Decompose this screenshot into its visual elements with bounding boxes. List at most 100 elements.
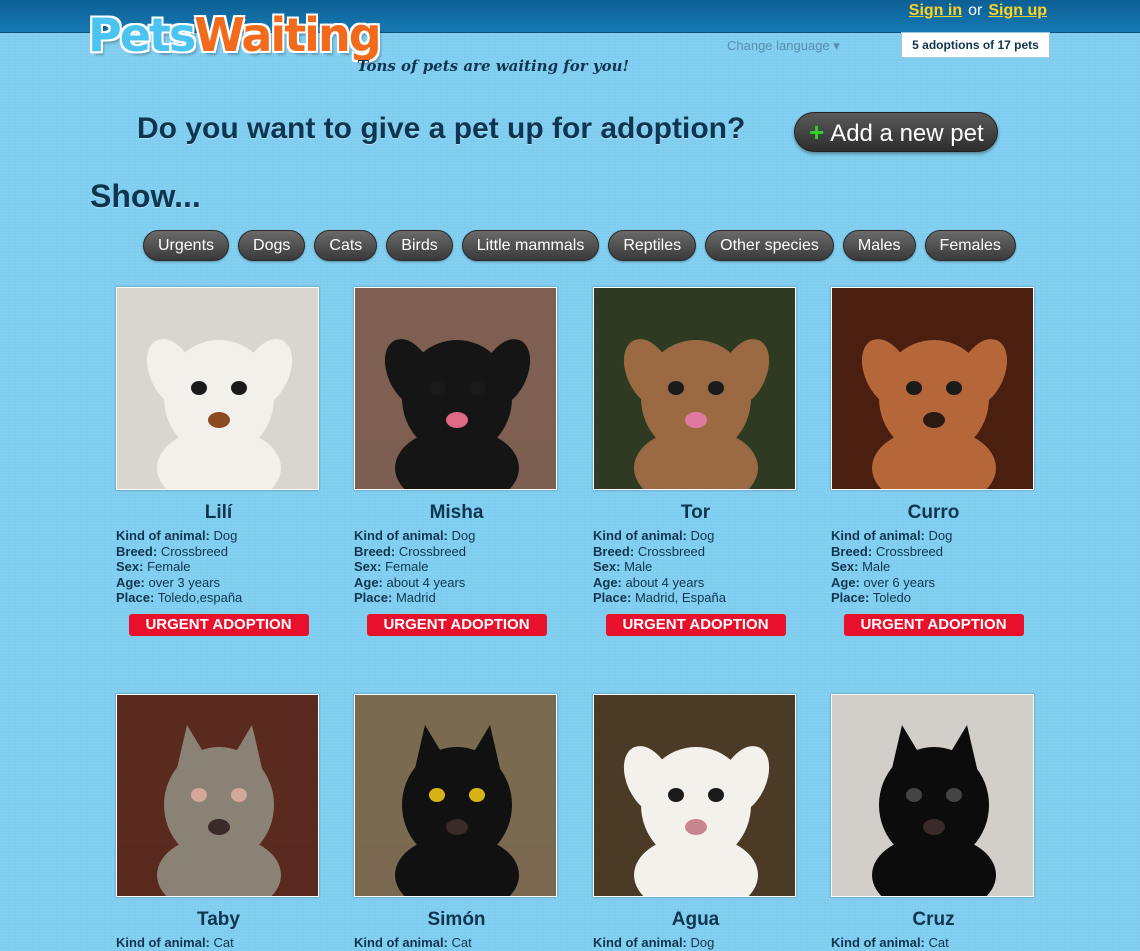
kind-label: Kind of animal:: [354, 528, 448, 543]
sign-in-link[interactable]: Sign in: [909, 2, 962, 19]
filter-button-other-species[interactable]: Other species: [705, 230, 834, 261]
age-row: Age: about 4 years: [593, 575, 798, 591]
pet-name[interactable]: Misha: [354, 502, 559, 524]
age-label: Age:: [116, 574, 145, 590]
sex-value: Male: [624, 559, 653, 574]
pet-name[interactable]: Cruz: [831, 909, 1036, 931]
pet-facts: Kind of animal: Cat: [354, 935, 559, 951]
age-label: Age:: [831, 574, 860, 590]
pet-card: Misha Kind of animal: Dog Breed: Crossbr…: [354, 287, 559, 636]
urgent-adoption-badge: URGENT ADOPTION: [605, 613, 786, 636]
age-value: over 3 years: [148, 574, 221, 590]
pet-facts: Kind of animal: Dog Breed: Crossbreed Se…: [116, 528, 321, 606]
kind-value: Dog: [928, 528, 953, 543]
pet-card: Cruz Kind of animal: Cat: [831, 694, 1036, 951]
pet-facts: Kind of animal: Cat: [831, 935, 1036, 951]
breed-label: Breed:: [116, 543, 158, 559]
breed-label: Breed:: [354, 543, 396, 559]
kind-label: Kind of animal:: [593, 528, 687, 543]
kind-label: Kind of animal:: [116, 935, 210, 950]
place-row: Place: Toledo,españa: [116, 590, 321, 606]
sex-row: Sex: Female: [116, 559, 321, 575]
sign-up-link[interactable]: Sign up: [988, 2, 1047, 19]
hero-question: Do you want to give a pet up for adoptio…: [137, 112, 746, 145]
filter-button-urgents[interactable]: Urgents: [143, 230, 230, 261]
place-value: Toledo: [872, 590, 912, 605]
kind-value: Dog: [690, 935, 715, 950]
pet-card: Simón Kind of animal: Cat: [354, 694, 559, 951]
pet-photo[interactable]: [116, 287, 319, 490]
filter-button-little-mammals[interactable]: Little mammals: [461, 230, 600, 261]
pet-photo[interactable]: [593, 287, 796, 490]
breed-value: Crossbreed: [875, 543, 944, 559]
filter-button-dogs[interactable]: Dogs: [238, 230, 306, 261]
sex-label: Sex:: [593, 559, 621, 574]
pet-facts: Kind of animal: Dog Breed: Crossbreed Se…: [831, 528, 1036, 606]
filter-button-cats[interactable]: Cats: [314, 230, 378, 261]
pet-card: Tor Kind of animal: Dog Breed: Crossbree…: [593, 287, 798, 636]
change-language-dropdown[interactable]: Change language ▾: [727, 38, 840, 54]
place-value: Madrid: [395, 590, 436, 605]
pet-photo[interactable]: [831, 287, 1034, 490]
age-value: about 4 years: [625, 574, 705, 590]
site-logo[interactable]: PetsWaiting: [88, 12, 382, 58]
add-new-pet-label: Add a new pet: [830, 120, 984, 147]
pet-card: Taby Kind of animal: Cat: [116, 694, 321, 951]
kind-value: Dog: [213, 528, 238, 543]
kind-row: Kind of animal: Cat: [354, 935, 559, 951]
kind-value: Cat: [928, 935, 949, 950]
pet-name[interactable]: Lilí: [116, 502, 321, 524]
sex-row: Sex: Male: [831, 559, 1036, 575]
pet-facts: Kind of animal: Dog Breed: Crossbreed Se…: [354, 528, 559, 606]
kind-label: Kind of animal:: [593, 935, 687, 950]
breed-row: Breed: Crossbreed: [593, 544, 798, 560]
kind-row: Kind of animal: Cat: [116, 935, 321, 951]
kind-value: Cat: [451, 935, 472, 950]
sex-row: Sex: Female: [354, 559, 559, 575]
pet-card: Agua Kind of animal: Dog: [593, 694, 798, 951]
place-row: Place: Madrid, España: [593, 590, 798, 606]
filter-bar: Urgents Dogs Cats Birds Little mammals Reptil…: [143, 230, 1016, 261]
age-label: Age:: [593, 574, 622, 590]
pet-name[interactable]: Curro: [831, 502, 1036, 524]
filter-button-birds[interactable]: Birds: [386, 230, 453, 261]
filter-button-reptiles[interactable]: Reptiles: [608, 230, 697, 261]
sex-value: Female: [385, 559, 429, 574]
breed-value: Crossbreed: [637, 543, 706, 559]
pet-name[interactable]: Tor: [593, 502, 798, 524]
age-label: Age:: [354, 574, 383, 590]
breed-row: Breed: Crossbreed: [116, 544, 321, 560]
tagline: Tons of pets are waiting for you!: [357, 57, 630, 75]
pet-photo-image: [355, 695, 556, 896]
kind-label: Kind of animal:: [116, 528, 210, 543]
kind-label: Kind of animal:: [354, 935, 448, 950]
kind-label: Kind of animal:: [831, 935, 925, 950]
filter-button-females[interactable]: Females: [924, 230, 1016, 261]
kind-row: Kind of animal: Dog: [593, 935, 798, 951]
add-new-pet-button[interactable]: + Add a new pet: [794, 112, 998, 152]
pet-photo[interactable]: [354, 694, 557, 897]
pet-photo[interactable]: [354, 287, 557, 490]
place-label: Place:: [593, 590, 632, 605]
logo-pets: Pets: [88, 8, 196, 62]
pet-photo-image: [117, 288, 318, 489]
place-label: Place:: [354, 590, 393, 605]
filter-button-males[interactable]: Males: [842, 230, 916, 261]
pet-name[interactable]: Agua: [593, 909, 798, 931]
pet-photo[interactable]: [116, 694, 319, 897]
urgent-adoption-badge: URGENT ADOPTION: [843, 613, 1024, 636]
place-label: Place:: [831, 590, 870, 605]
show-title: Show...: [90, 178, 201, 214]
pet-card: Lilí Kind of animal: Dog Breed: Crossbre…: [116, 287, 321, 636]
pet-facts: Kind of animal: Dog Breed: Crossbreed Se…: [593, 528, 798, 606]
pet-photo[interactable]: [831, 694, 1034, 897]
pet-name[interactable]: Taby: [116, 909, 321, 931]
pet-name[interactable]: Simón: [354, 909, 559, 931]
kind-row: Kind of animal: Dog: [116, 528, 321, 544]
sex-label: Sex:: [116, 559, 144, 574]
plus-icon: +: [809, 117, 825, 147]
pet-photo[interactable]: [593, 694, 796, 897]
age-value: about 4 years: [386, 574, 466, 590]
kind-label: Kind of animal:: [831, 528, 925, 543]
age-row: Age: over 6 years: [831, 575, 1036, 591]
